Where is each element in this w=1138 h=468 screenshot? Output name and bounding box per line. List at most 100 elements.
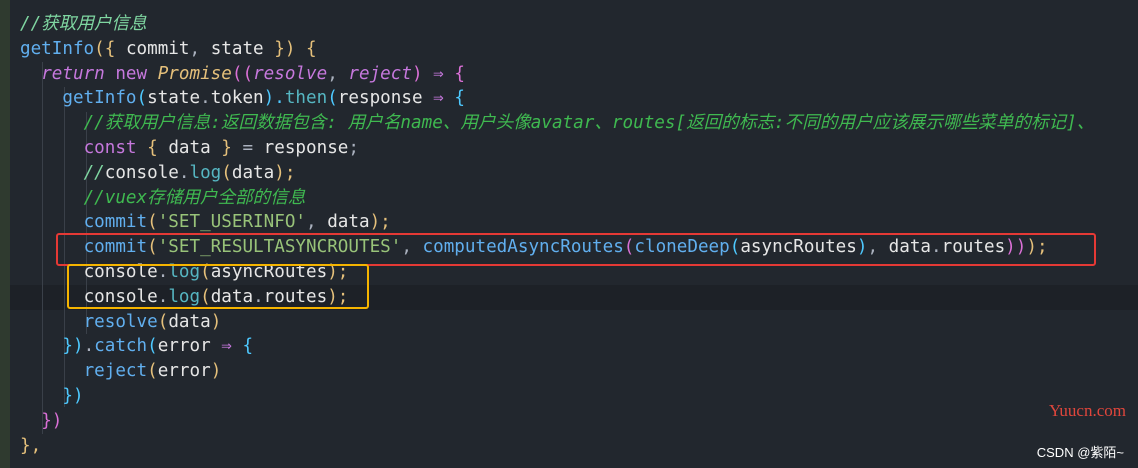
code-token: ); xyxy=(274,162,296,183)
code-token: ⇒ xyxy=(221,336,232,357)
code-text: //console.log(data); xyxy=(20,161,296,186)
code-token: = xyxy=(242,138,254,158)
code-token: }) xyxy=(62,336,84,357)
code-text: getInfo({ commit, state }) { xyxy=(20,37,317,62)
code-token: commit xyxy=(83,212,148,233)
code-token: ( xyxy=(147,212,158,233)
code-token: { xyxy=(231,336,254,357)
code-text: //获取用户信息 xyxy=(20,12,147,37)
code-text: //获取用户信息:返回数据包含: 用户名name、用户头像avatar、rout… xyxy=(20,111,1095,136)
code-token: error xyxy=(157,361,211,382)
code-text: resolve(data) xyxy=(20,310,222,335)
code-token: then xyxy=(284,88,328,109)
code-token: ( xyxy=(136,88,148,109)
code-token: response xyxy=(337,88,423,109)
annotation-red-box xyxy=(56,233,1096,266)
code-token: return xyxy=(41,63,105,84)
code-token: commit xyxy=(125,38,190,59)
code-token: const xyxy=(83,138,137,158)
code-token: //获取用户信息:返回数据包含: 用户名name、用户头像avatar、rout… xyxy=(83,113,1095,134)
code-token: response xyxy=(263,138,349,158)
code-token: data xyxy=(168,138,211,158)
code-token: ( xyxy=(221,162,232,183)
code-token: { xyxy=(443,88,465,109)
code-token: , xyxy=(327,63,349,84)
code-token: . xyxy=(83,336,95,357)
code-token: // xyxy=(83,162,105,183)
code-token: state xyxy=(147,88,201,109)
code-token: , xyxy=(306,212,328,233)
code-token: ) xyxy=(210,311,222,332)
annotation-yellow-box xyxy=(67,264,369,309)
code-token: 'SET_USERINFO' xyxy=(157,212,307,233)
code-text: reject(error) xyxy=(20,359,222,384)
code-text: const { data } = response; xyxy=(20,136,359,161)
code-token: Promise xyxy=(157,63,232,84)
code-token: }) xyxy=(41,410,63,431)
code-text: }, xyxy=(20,434,41,459)
code-text: getInfo(state.token).then(response ⇒ { xyxy=(20,86,465,111)
code-token: ( xyxy=(147,336,158,357)
code-token: log xyxy=(189,162,222,183)
code-token: data xyxy=(327,212,370,233)
watermark-credit: CSDN @紫陌~ xyxy=(1036,445,1124,460)
code-text: }) xyxy=(20,384,84,409)
code-token: //获取用户信息 xyxy=(20,14,147,34)
code-text: commit('SET_USERINFO', data); xyxy=(20,210,391,235)
code-editor[interactable]: //获取用户信息 getInfo({ commit, state }) { ret… xyxy=(0,0,1138,468)
code-token: ) xyxy=(411,63,434,84)
code-token: ; xyxy=(348,138,359,158)
gutter-change-marker xyxy=(0,0,10,468)
code-token: getInfo xyxy=(20,38,95,59)
code-token: catch xyxy=(94,336,148,357)
code-token: }) { xyxy=(263,38,317,59)
code-token: resolve xyxy=(253,63,328,84)
code-token: , xyxy=(189,38,211,59)
code-token: . xyxy=(178,162,190,183)
code-token: ({ xyxy=(94,38,126,59)
code-token: { xyxy=(136,138,169,158)
code-text: }).catch(error ⇒ { xyxy=(20,334,253,359)
code-token: ( xyxy=(147,361,158,382)
code-token: token xyxy=(210,88,264,109)
code-token: ). xyxy=(263,88,285,109)
code-token: error xyxy=(157,336,211,357)
code-token: data xyxy=(168,311,211,332)
code-token: ( xyxy=(157,311,169,332)
code-token: state xyxy=(210,38,264,59)
code-text: //vuex存储用户全部的信息 xyxy=(20,186,306,211)
code-token: getInfo xyxy=(62,88,137,109)
code-token: reject xyxy=(348,63,412,84)
code-token: ); xyxy=(369,212,391,233)
code-token: ⇒ xyxy=(433,63,444,84)
code-token: (( xyxy=(231,63,254,84)
code-token: } xyxy=(210,138,243,158)
code-text: return new Promise((resolve, reject) ⇒ { xyxy=(20,62,465,87)
code-token: . xyxy=(200,88,211,109)
code-token: new xyxy=(115,63,148,84)
code-token: ⇒ xyxy=(433,88,444,109)
code-token: resolve xyxy=(83,311,158,332)
code-token: { xyxy=(443,63,465,84)
code-token: reject xyxy=(83,361,148,382)
code-token: }) xyxy=(62,386,84,406)
code-token: data xyxy=(231,162,275,183)
code-token: ( xyxy=(327,88,338,109)
code-token: }, xyxy=(20,435,42,456)
